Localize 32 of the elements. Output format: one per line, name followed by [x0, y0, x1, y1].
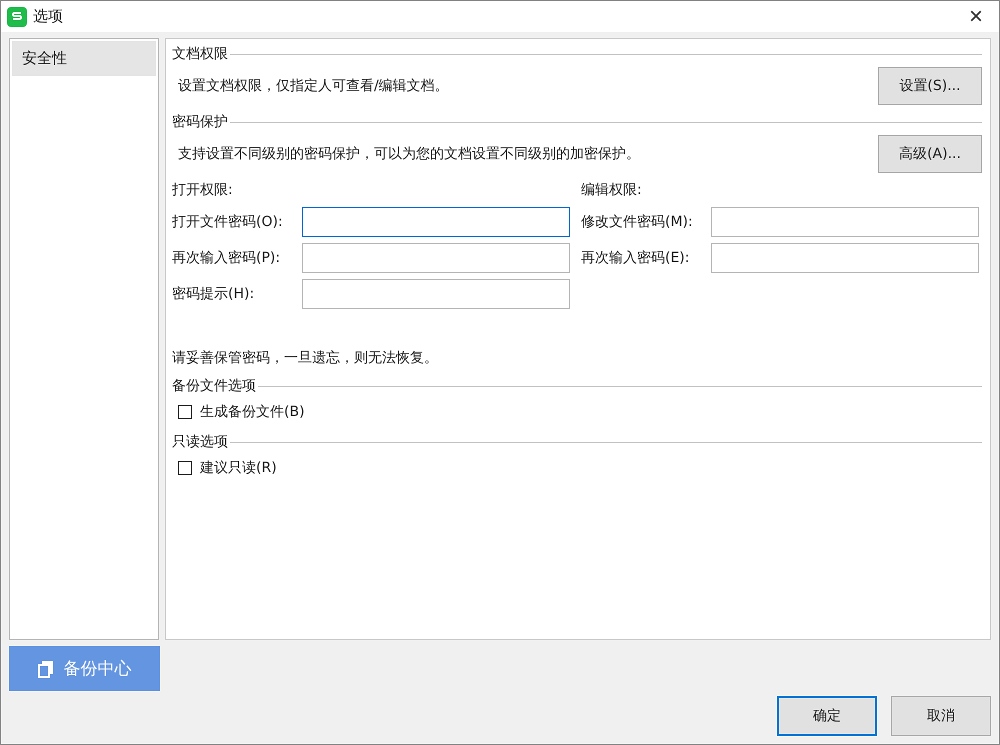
group-title: 打开权限: — [172, 181, 234, 199]
field-label: 再次输入密码(E): — [581, 249, 690, 267]
app-logo-icon — [7, 6, 27, 26]
section-title: 备份文件选项 — [172, 377, 256, 395]
section-description: 设置文档权限，仅指定人可查看/编辑文档。 — [178, 77, 449, 95]
field-label: 修改文件密码(M): — [581, 213, 694, 231]
copy-icon — [38, 660, 54, 678]
password-field[interactable] — [302, 279, 570, 309]
field-label: 打开文件密码(O): — [172, 213, 284, 231]
warning-text: 请妥善保管密码，一旦遗忘，则无法恢复。 — [172, 349, 439, 367]
password-field[interactable] — [302, 243, 570, 273]
section-description: 支持设置不同级别的密码保护，可以为您的文档设置不同级别的加密保护。 — [178, 145, 640, 163]
window-title: 选项 — [33, 7, 64, 26]
sidebar-item[interactable]: 安全性 — [12, 41, 156, 76]
section-title: 密码保护 — [172, 113, 228, 131]
checkbox[interactable] — [178, 461, 192, 475]
field-label: 密码提示(H): — [172, 285, 256, 303]
section-button[interactable]: 高级(A)... — [878, 135, 982, 173]
section-title: 文档权限 — [172, 45, 228, 63]
section-button[interactable]: 设置(S)... — [878, 67, 982, 105]
password-field[interactable] — [302, 207, 570, 237]
password-field[interactable] — [711, 207, 979, 237]
dialog-button[interactable]: 确定 — [777, 696, 877, 736]
checkbox[interactable] — [178, 405, 192, 419]
checkbox-label: 建议只读(R) — [200, 459, 277, 477]
group-title: 编辑权限: — [581, 181, 643, 199]
dialog-button[interactable]: 取消 — [891, 696, 991, 736]
field-label: 再次输入密码(P): — [172, 249, 282, 267]
password-field[interactable] — [711, 243, 979, 273]
section-title: 只读选项 — [172, 433, 228, 451]
close-button[interactable]: × — [958, 4, 993, 28]
checkbox-label: 生成备份文件(B) — [200, 403, 305, 421]
